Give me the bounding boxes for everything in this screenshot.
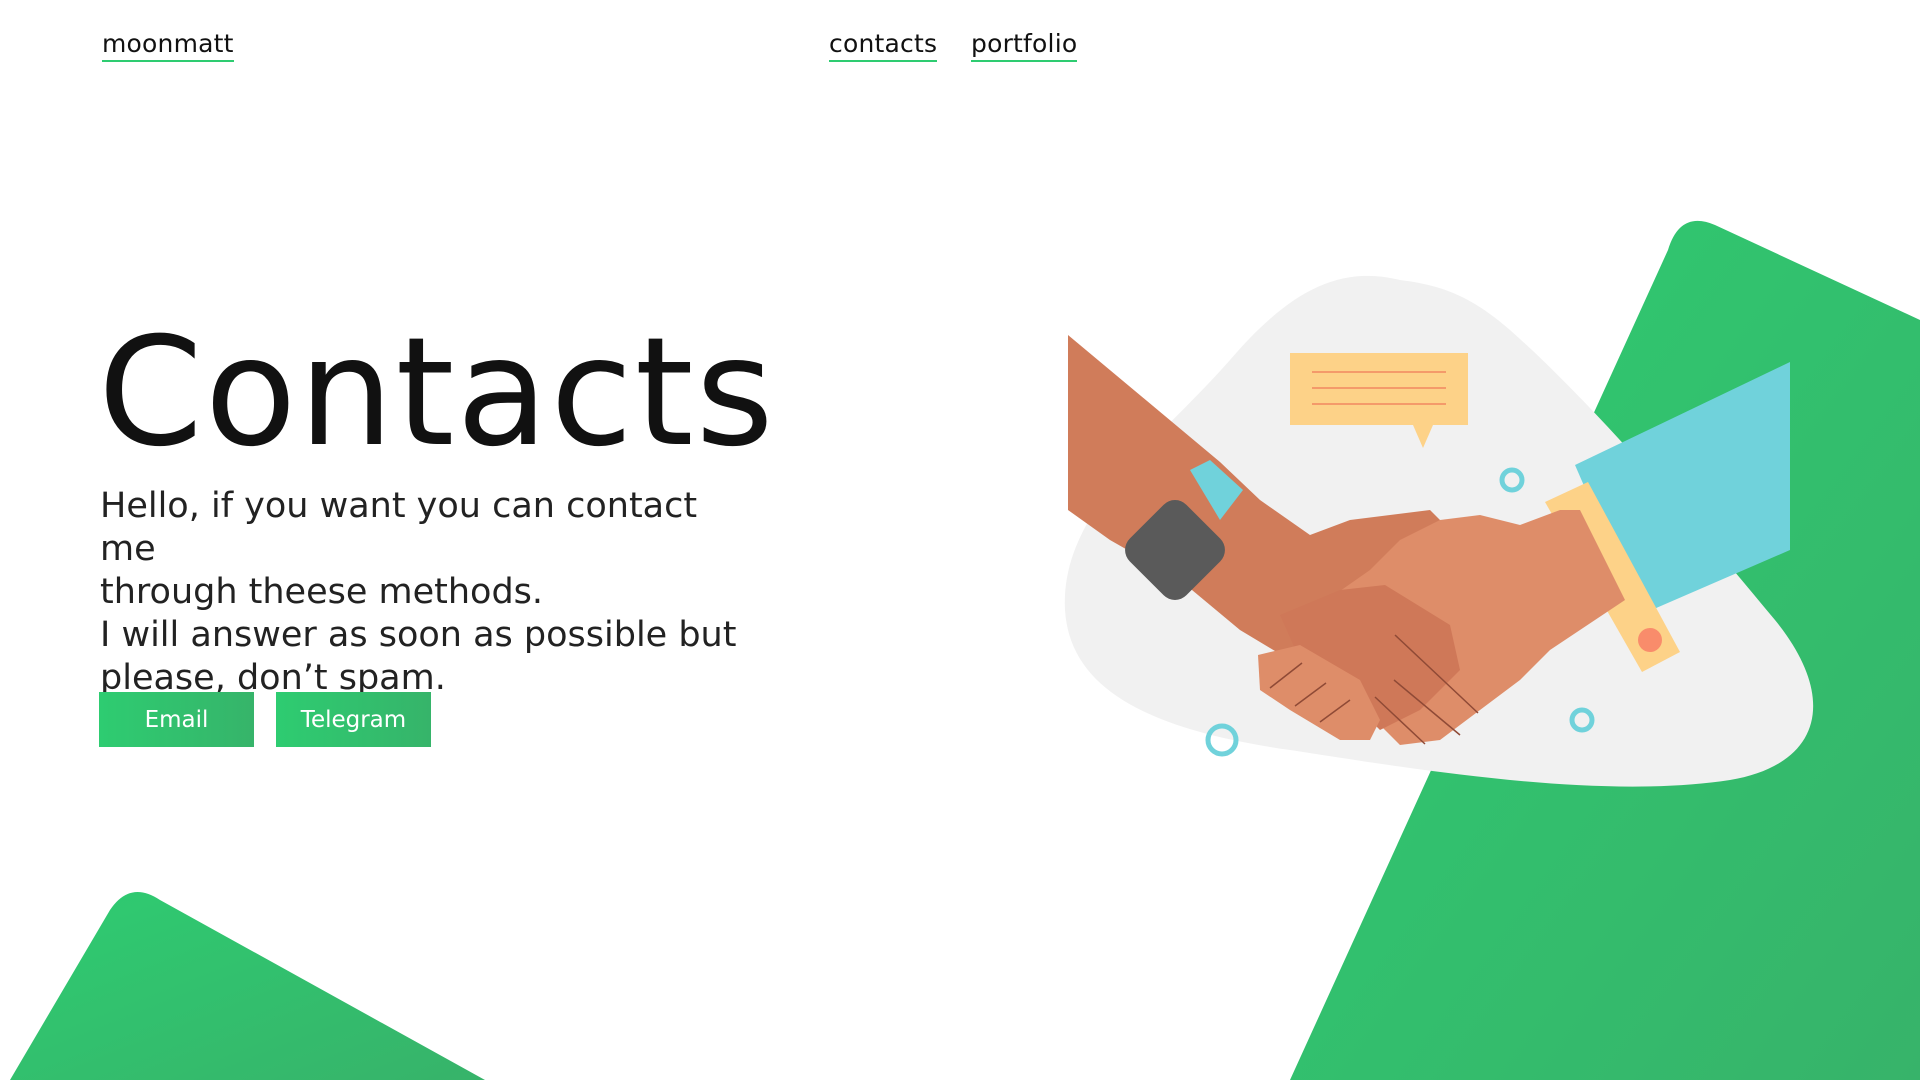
email-button[interactable]: Email xyxy=(99,692,254,747)
cufflink-icon xyxy=(1638,628,1662,652)
handshake-illustration-icon xyxy=(1064,275,1814,787)
page-title: Contacts xyxy=(98,306,776,480)
nav-link-contacts[interactable]: contacts xyxy=(829,28,938,63)
telegram-button[interactable]: Telegram xyxy=(276,692,431,747)
hero-line-2: through theese methods. xyxy=(100,572,544,612)
contacts-page: moonmatt contacts portfolio Contacts Hel… xyxy=(0,0,1920,1080)
nav-link-portfolio[interactable]: portfolio xyxy=(971,28,1078,63)
green-shape-bottom-left xyxy=(10,892,485,1080)
hero-line-1: Hello, if you want you can contact me xyxy=(100,486,698,569)
hero-line-3: I will answer as soon as possible but xyxy=(100,615,737,655)
logo-link[interactable]: moonmatt xyxy=(102,28,234,63)
hero-description: Hello, if you want you can contact me th… xyxy=(100,485,740,700)
